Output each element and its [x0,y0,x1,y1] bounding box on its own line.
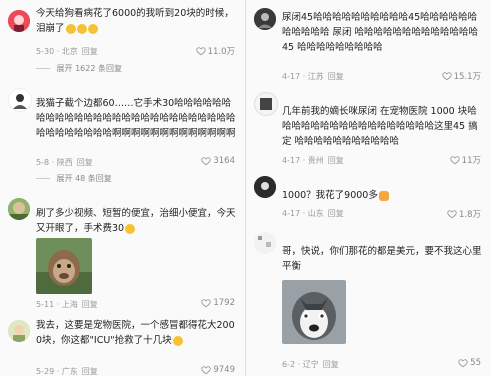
like-count: 1792 [213,298,235,308]
emoji-icon [125,223,136,234]
avatar[interactable] [8,198,30,220]
like-button[interactable]: 1.8万 [447,208,481,220]
left-comment-column: 今天给狗看病花了6000的我听到20块的时候，泪崩了 5-30 · 北京 回复 1… [0,0,245,376]
expand-replies-link[interactable]: 展开 48 条回复 [36,173,112,184]
reply-button[interactable]: 回复 [77,158,93,167]
avatar-image [254,8,276,30]
avatar-image [8,320,30,342]
comment-date-location: 5-11 · 上海 [36,300,78,309]
reply-button[interactable]: 回复 [328,72,344,81]
like-count: 55 [470,358,481,368]
heart-icon [195,47,206,56]
avatar-image [254,176,276,198]
avatar-image [8,198,30,220]
avatar-image [9,89,31,111]
like-button[interactable]: 1792 [201,298,235,308]
comment-meta: 5-29 · 广东 回复 [36,366,98,376]
avatar[interactable] [8,320,30,342]
like-count: 1.8万 [458,210,481,220]
like-count: 11.0万 [207,47,235,57]
like-count: 11万 [461,156,481,166]
avatar[interactable] [254,232,276,254]
comment-text: 尿闭45哈哈哈哈哈哈哈哈哈哈45哈哈哈哈哈哈哈哈哈哈哈 尿闭 哈哈哈哈哈哈哈哈哈… [282,12,479,53]
comment-date-location: 4-17 · 山东 [282,209,324,218]
avatar-image [8,10,30,32]
avatar[interactable] [254,92,278,116]
comment-meta: 4-17 · 江苏 回复 [282,71,344,82]
heart-icon [201,157,212,166]
right-comment-column: 尿闭45哈哈哈哈哈哈哈哈哈哈45哈哈哈哈哈哈哈哈哈哈哈 尿闭 哈哈哈哈哈哈哈哈哈… [246,0,491,376]
comment-date-location: 6-2 · 辽宁 [282,360,319,369]
comment-meta: 5-30 · 北京 回复 [36,46,98,57]
comment-text: 我猫子截个边都60……它手术30哈哈哈哈哈哈哈哈哈哈哈哈哈哈哈哈哈哈哈哈哈哈哈哈… [36,98,236,139]
emoji-icon [76,23,87,34]
avatar[interactable] [254,8,276,30]
like-button[interactable]: 55 [458,358,481,368]
comment-date-location: 5-29 · 广东 [36,367,78,376]
monkey-meme-image[interactable] [36,238,92,294]
heart-icon [450,156,460,165]
comment-date-location: 4-17 · 江苏 [282,72,324,81]
comment-date-location: 5-8 · 陕西 [36,158,73,167]
heart-icon [441,72,452,81]
like-button[interactable]: 3164 [201,156,235,166]
comment-text: 我去，这要是宠物医院，一个感冒都得花大2000块，你这都"ICU"抢救了十几块 [36,320,235,346]
avatar[interactable] [8,88,32,112]
reply-button[interactable]: 回复 [328,209,344,218]
avatar[interactable] [254,176,276,198]
comment-text: 1000？我花了9000多 [282,188,482,203]
comment-meta: 5-11 · 上海 回复 [36,299,98,310]
comment-meta: 4-17 · 贵州 回复 [282,155,344,166]
avatar[interactable] [8,10,30,32]
comment-meta: 5-8 · 陕西 回复 [36,157,93,168]
comment-date-location: 5-30 · 北京 [36,47,78,56]
comment-text: 几年前我的嫡长咪尿闭 在宠物医院 1000 块哈哈哈哈哈哈哈哈哈哈哈哈哈哈哈哈哈… [282,106,478,147]
emoji-icon [65,23,76,34]
emoji-icon [87,23,98,34]
like-count: 9749 [213,365,235,375]
comment-meta: 4-17 · 山东 回复 [282,208,344,219]
reply-button[interactable]: 回复 [323,360,339,369]
comment-text: 哥，快说，你们那花的都是美元，要不我这心里平衡 [282,246,482,272]
emoji-icon [172,335,183,346]
emoji-icon [378,190,389,201]
like-count: 3164 [213,156,235,166]
comment-date-location: 4-17 · 贵州 [282,156,324,165]
like-button[interactable]: 9749 [201,365,235,375]
like-button[interactable]: 15.1万 [441,70,481,82]
husky-image [282,280,346,344]
avatar-image [254,232,276,254]
heart-icon [201,366,212,375]
comment-text: 今天给狗看病花了6000的我听到20块的时候，泪崩了 [36,8,234,34]
like-count: 15.1万 [453,72,481,82]
husky-meme-image[interactable] [282,280,346,344]
heart-icon [201,299,212,308]
avatar-image [255,93,277,115]
monkey-image [36,238,92,294]
like-button[interactable]: 11.0万 [195,45,235,57]
comment-text: 刷了多少视频、短暂的便宜，治细小便宜，今天又开眼了，手术费30 [36,208,236,234]
like-button[interactable]: 11万 [450,154,481,166]
reply-button[interactable]: 回复 [82,367,98,376]
reply-button[interactable]: 回复 [82,300,98,309]
expand-replies-link[interactable]: 展开 1622 条回复 [36,63,122,74]
heart-icon [458,359,468,368]
comment-meta: 6-2 · 辽宁 回复 [282,359,339,370]
reply-button[interactable]: 回复 [328,156,344,165]
heart-icon [447,210,457,219]
reply-button[interactable]: 回复 [82,47,98,56]
